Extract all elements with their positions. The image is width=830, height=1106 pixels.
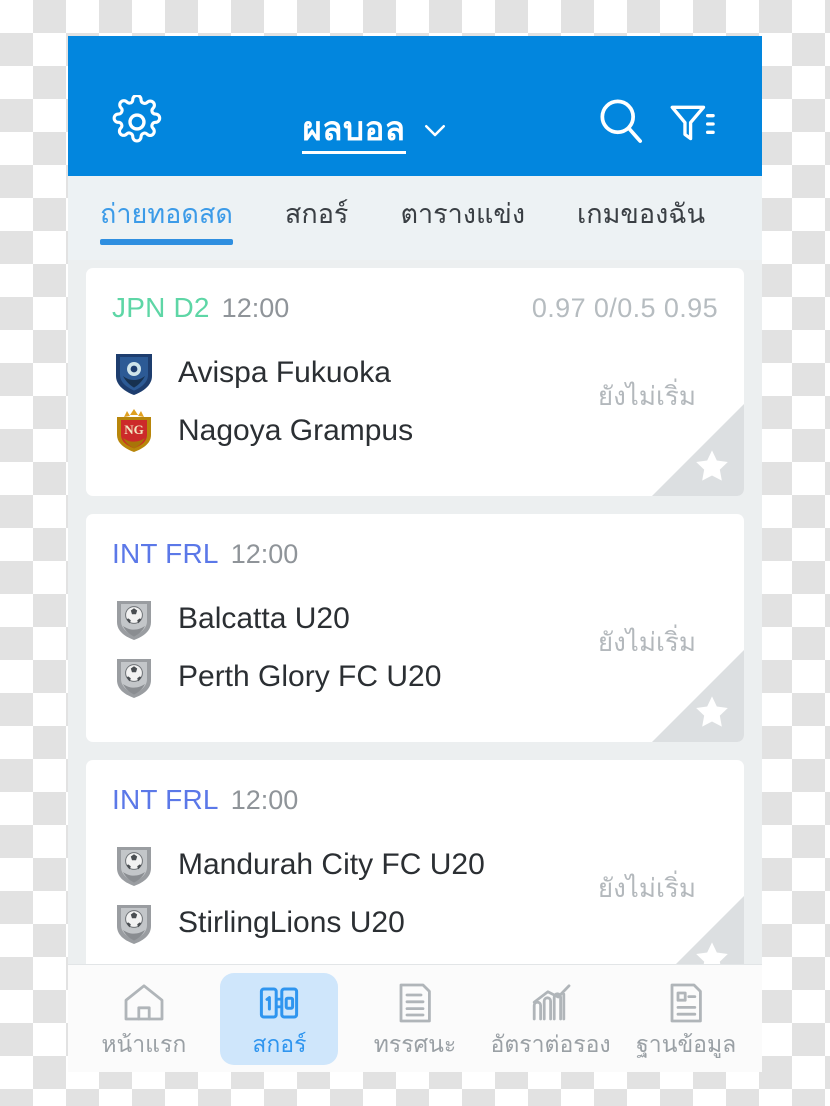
kickoff-time: 12:00 — [221, 293, 290, 323]
tab-label: สกอร์ — [284, 198, 349, 229]
kickoff-time: 12:00 — [230, 539, 299, 569]
nav-item-database[interactable]: ฐานข้อมูล — [627, 973, 745, 1065]
nav-item-analysis[interactable]: ทรรศนะ — [356, 973, 474, 1065]
section-tabs: ถ่ายทอดสด สกอร์ ตารางแข่ง เกมของฉัน — [68, 176, 762, 260]
gear-icon — [110, 93, 164, 154]
away-team-name: StirlingLions U20 — [178, 906, 405, 939]
app-header: ผลบอล — [68, 36, 762, 176]
chart-icon — [527, 978, 575, 1028]
nagoya-grampus-crest: NG — [112, 408, 156, 454]
favorite-toggle[interactable] — [652, 650, 744, 742]
default-shield-crest — [112, 842, 156, 888]
document-icon — [391, 978, 439, 1028]
tab-label: ตารางแข่ง — [400, 198, 526, 229]
match-card[interactable]: INT FRL 12:00 — [86, 514, 744, 742]
tab-label: ถ่ายทอดสด — [100, 198, 233, 229]
bottom-navigation: หน้าแรก สกอร์ ทรรศนะ อัตราต่อรอง ฐานข้อม… — [68, 964, 762, 1072]
match-card[interactable]: INT FRL 12:00 — [86, 760, 744, 964]
search-button[interactable] — [584, 93, 658, 154]
nav-label: สกอร์ — [252, 1031, 307, 1058]
nav-item-odds[interactable]: อัตราต่อรอง — [490, 973, 611, 1065]
match-list[interactable]: JPN D2 12:00 0.97 0/0.5 0.95 Avispa Fuku… — [68, 260, 762, 964]
star-icon — [696, 696, 728, 727]
nav-label: ฐานข้อมูล — [636, 1031, 737, 1058]
default-shield-crest — [112, 654, 156, 700]
avispa-fukuoka-crest — [112, 350, 156, 396]
home-team-name: Avispa Fukuoka — [178, 356, 391, 389]
nav-label: อัตราต่อรอง — [490, 1031, 611, 1058]
header-title-dropdown[interactable]: ผลบอล — [168, 110, 584, 154]
star-icon — [696, 450, 728, 481]
tab-my-games[interactable]: เกมของฉัน — [575, 184, 707, 253]
kickoff-time: 12:00 — [230, 785, 299, 815]
favorite-toggle[interactable] — [652, 896, 744, 964]
match-card-header: INT FRL 12:00 — [112, 538, 718, 582]
league-name: JPN D2 — [112, 292, 210, 323]
settings-button[interactable] — [106, 93, 168, 154]
star-icon — [696, 942, 728, 964]
nav-label: ทรรศนะ — [373, 1031, 457, 1058]
away-team-name: Perth Glory FC U20 — [178, 660, 442, 693]
chevron-down-icon — [420, 115, 450, 150]
tab-schedule[interactable]: ตารางแข่ง — [398, 184, 527, 253]
match-card-header: JPN D2 12:00 0.97 0/0.5 0.95 — [112, 292, 718, 336]
away-team-name: Nagoya Grampus — [178, 414, 414, 447]
match-card[interactable]: JPN D2 12:00 0.97 0/0.5 0.95 Avispa Fuku… — [86, 268, 744, 496]
nav-item-home[interactable]: หน้าแรก — [85, 973, 203, 1065]
tab-score[interactable]: สกอร์ — [283, 184, 351, 253]
tab-live[interactable]: ถ่ายทอดสด — [98, 184, 235, 253]
phone-screen: ผลบอล ถ่ายทอดสด สกอร์ ตารางแข่ง เกมของฉั… — [68, 36, 762, 1072]
home-team-name: Mandurah City FC U20 — [178, 848, 485, 881]
league-name: INT FRL — [112, 538, 219, 569]
default-shield-crest — [112, 900, 156, 946]
filter-icon — [666, 99, 716, 154]
match-card-header: INT FRL 12:00 — [112, 784, 718, 828]
match-odds: 0.97 0/0.5 0.95 — [531, 293, 718, 323]
scoreboard-icon — [255, 978, 303, 1028]
page-title: ผลบอล — [302, 110, 406, 154]
database-icon — [662, 978, 710, 1028]
filter-button[interactable] — [658, 99, 724, 154]
default-shield-crest — [112, 596, 156, 642]
nav-item-score[interactable]: สกอร์ — [220, 972, 339, 1065]
nav-label: หน้าแรก — [101, 1031, 187, 1058]
home-team-name: Balcatta U20 — [178, 602, 350, 635]
search-icon — [593, 93, 649, 154]
svg-text:NG: NG — [124, 422, 144, 437]
home-icon — [120, 978, 168, 1028]
tab-label: เกมของฉัน — [577, 198, 706, 229]
league-name: INT FRL — [112, 784, 219, 815]
favorite-toggle[interactable] — [652, 404, 744, 496]
